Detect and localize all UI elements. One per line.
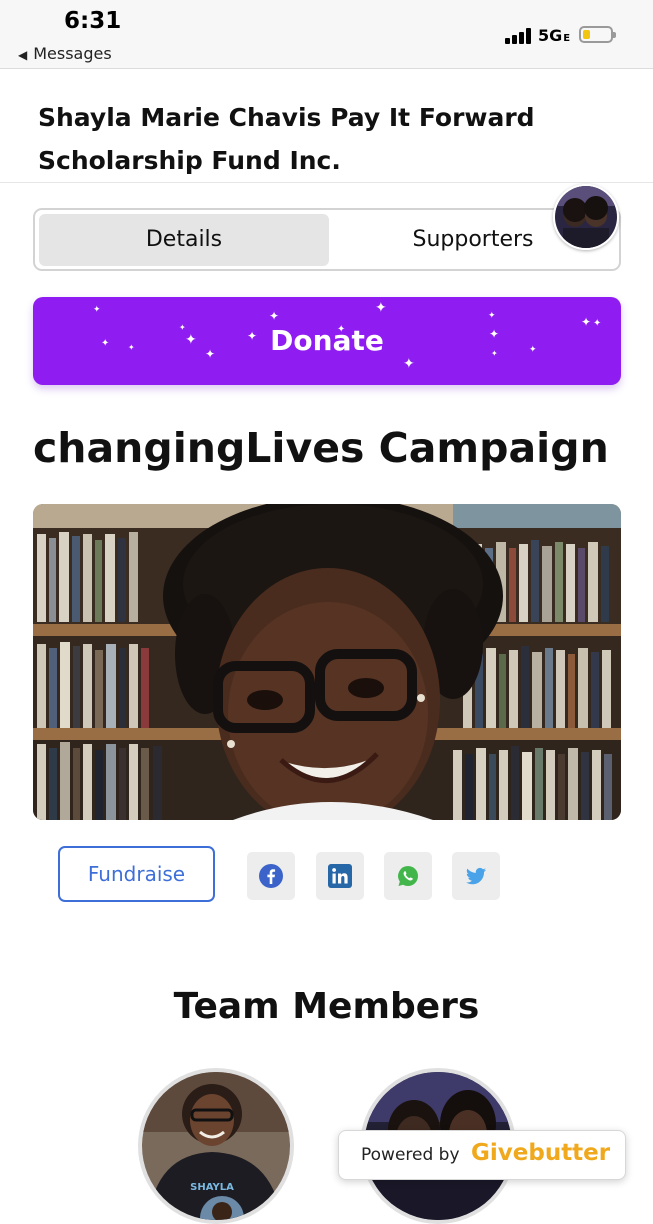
network-indicator: 5GE <box>538 26 570 45</box>
donate-button[interactable]: ✦ ✦ ✦ ✦ ✦ ✦ ✦ ✦ ✦ ✦ ✦ ✦ ✦ ✦ ✦ ✦ ✦ Donate <box>33 297 621 385</box>
facebook-icon <box>259 864 283 888</box>
battery-icon <box>579 26 616 43</box>
team-member-avatar[interactable]: SHAYLA <box>138 1068 294 1224</box>
powered-by-givebutter-badge[interactable]: Powered by Givebutter <box>338 1130 626 1180</box>
back-label: Messages <box>33 44 112 63</box>
cellular-signal-icon <box>505 28 533 44</box>
network-type: 5G <box>538 26 563 45</box>
fundraise-button[interactable]: Fundraise <box>58 846 215 902</box>
back-to-messages-link[interactable]: ◀ Messages <box>18 44 112 63</box>
header-divider <box>0 182 653 183</box>
back-arrow-icon: ◀ <box>18 48 28 62</box>
campaign-photo <box>33 504 621 820</box>
status-time: 6:31 <box>64 8 122 34</box>
powered-by-label: Powered by <box>361 1145 460 1165</box>
organization-avatar <box>553 184 619 250</box>
linkedin-icon <box>328 864 352 888</box>
svg-text:SHAYLA: SHAYLA <box>190 1182 234 1193</box>
twitter-icon <box>466 867 486 885</box>
tab-details[interactable]: Details <box>39 214 329 266</box>
share-twitter-button[interactable] <box>452 852 500 900</box>
status-bar: 6:31 ◀ Messages 5GE <box>0 0 653 69</box>
donate-label: Donate <box>270 324 384 357</box>
campaign-title: changingLives Campaign <box>33 424 609 472</box>
network-suffix: E <box>563 33 571 44</box>
share-whatsapp-button[interactable] <box>384 852 432 900</box>
share-linkedin-button[interactable] <box>316 852 364 900</box>
team-members-heading: Team Members <box>173 986 480 1027</box>
share-facebook-button[interactable] <box>247 852 295 900</box>
organization-name: Shayla Marie Chavis Pay It Forward Schol… <box>38 103 535 175</box>
givebutter-logo: Givebutter <box>471 1140 611 1166</box>
details-supporters-tabs: Details Supporters <box>33 208 621 271</box>
whatsapp-icon <box>398 866 418 887</box>
